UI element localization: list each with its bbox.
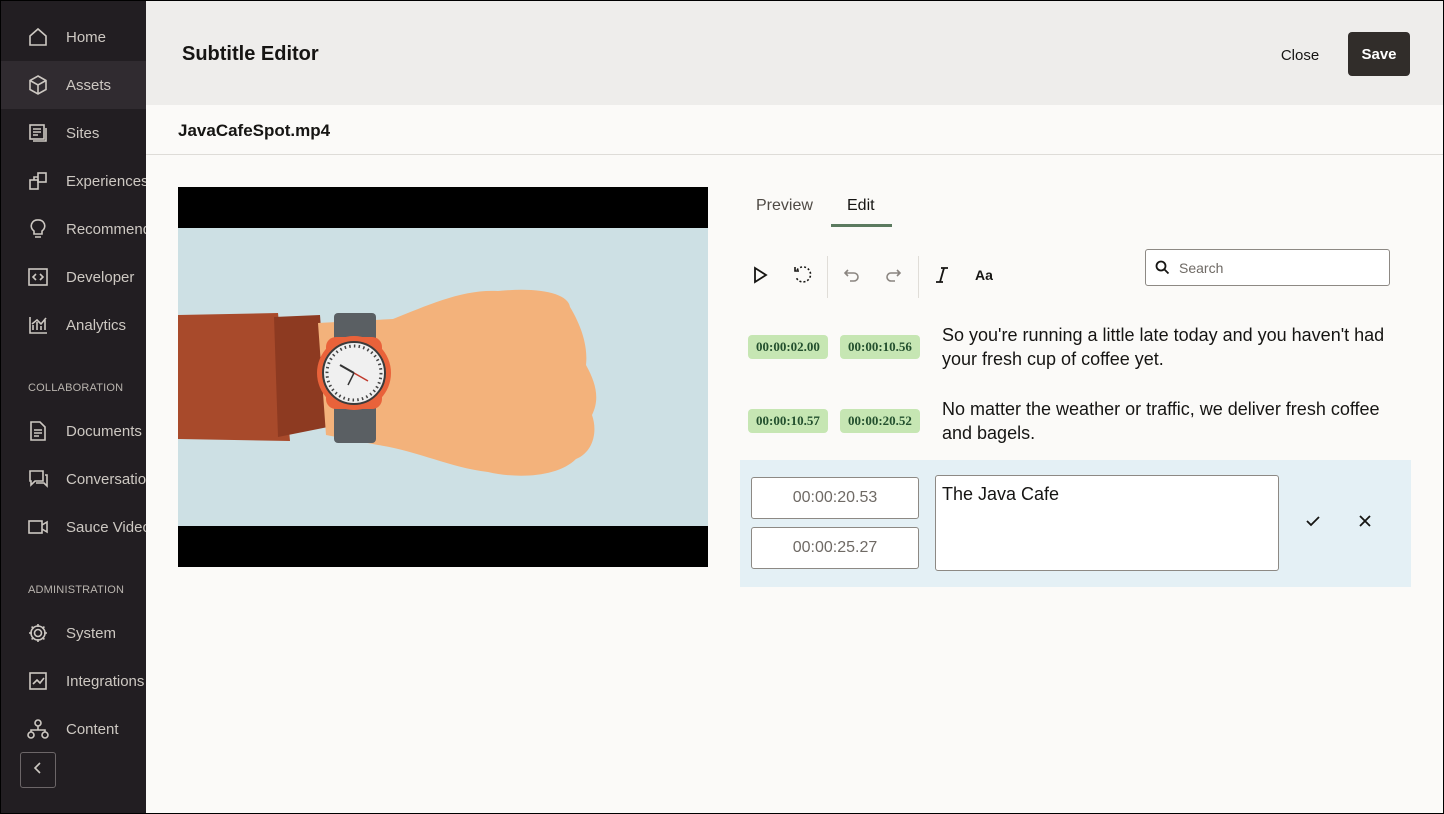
sites-icon	[27, 122, 49, 144]
app-frame: Home Assets Sites Experiences Recommenda…	[1, 1, 1443, 813]
subtitle-end-time[interactable]: 00:00:20.52	[840, 409, 920, 433]
sidebar-item-label: Integrations	[66, 672, 145, 690]
play-icon	[751, 265, 769, 289]
assets-cube-icon	[27, 74, 49, 96]
sidebar-item-label: Content	[66, 720, 119, 738]
conversations-icon	[27, 468, 49, 490]
file-name: JavaCafeSpot.mp4	[178, 121, 331, 140]
sidebar-item-assets[interactable]: Assets	[1, 61, 146, 109]
confirm-button[interactable]	[1298, 508, 1328, 538]
search-icon	[1155, 260, 1170, 280]
sidebar: Home Assets Sites Experiences Recommenda…	[1, 1, 146, 813]
undo-icon	[841, 265, 861, 290]
documents-icon	[27, 420, 49, 442]
video-frame-illustration	[178, 187, 708, 567]
close-button[interactable]: Close	[1266, 41, 1334, 69]
sidebar-item-experiences[interactable]: Experiences	[1, 157, 146, 205]
cancel-button[interactable]	[1350, 508, 1380, 538]
sidebar-item-label: Analytics	[66, 316, 127, 334]
sidebar-item-label: Developer	[66, 268, 135, 286]
redo-button[interactable]	[880, 263, 908, 291]
home-icon	[27, 26, 49, 48]
sidebar-item-label: Conversations	[66, 470, 146, 488]
page-title: Subtitle Editor	[182, 43, 319, 65]
collaboration-heading: COLLABORATION	[28, 382, 124, 394]
search-field[interactable]	[1145, 249, 1390, 286]
collapse-sidebar-button[interactable]	[20, 752, 56, 788]
start-time-input[interactable]: 00:00:20.53	[751, 477, 919, 519]
redo-icon	[884, 265, 904, 290]
sidebar-item-system[interactable]: System	[1, 609, 146, 657]
administration-heading: ADMINISTRATION	[28, 584, 125, 596]
content-tree-icon	[27, 718, 49, 740]
sidebar-item-recommendations[interactable]: Recommendations	[1, 205, 146, 253]
end-time-input[interactable]: 00:00:25.27	[751, 527, 919, 569]
check-icon	[1305, 513, 1321, 534]
sidebar-item-conversations[interactable]: Conversations	[1, 455, 146, 503]
sidebar-item-label: Recommendations	[66, 220, 146, 238]
integrations-icon	[27, 670, 49, 692]
subtitle-start-time[interactable]: 00:00:02.00	[748, 335, 828, 359]
file-bar: JavaCafeSpot.mp4	[146, 105, 1443, 155]
developer-icon	[27, 266, 49, 288]
font-size-icon: Aa	[974, 265, 996, 290]
analytics-icon	[27, 314, 49, 336]
gear-icon	[27, 622, 49, 644]
sidebar-item-sauce-video[interactable]: Sauce Video	[1, 503, 146, 551]
tab-preview[interactable]: Preview	[756, 197, 813, 227]
italic-button[interactable]	[928, 263, 956, 291]
sidebar-item-label: Assets	[66, 76, 112, 94]
sidebar-item-analytics[interactable]: Analytics	[1, 301, 146, 349]
chevron-left-icon	[31, 761, 45, 780]
sidebar-item-label: Documents	[66, 422, 142, 440]
sidebar-item-developer[interactable]: Developer	[1, 253, 146, 301]
italic-icon	[932, 265, 952, 290]
toolbar-divider	[827, 256, 828, 298]
sidebar-item-sites[interactable]: Sites	[1, 109, 146, 157]
search-input[interactable]	[1179, 258, 1379, 278]
video-camera-icon	[27, 516, 49, 538]
replay-button[interactable]	[789, 263, 817, 291]
sidebar-item-label: System	[66, 624, 117, 642]
sidebar-item-label: Experiences	[66, 172, 146, 190]
subtitle-edit-row: 00:00:20.53 00:00:25.27 The Java Cafe	[740, 460, 1411, 587]
close-icon	[1358, 514, 1372, 533]
experiences-icon	[27, 170, 49, 192]
play-button[interactable]	[746, 263, 774, 291]
save-button[interactable]: Save	[1348, 32, 1410, 76]
undo-button[interactable]	[837, 263, 865, 291]
sidebar-item-label: Sites	[66, 124, 100, 142]
subtitle-end-time[interactable]: 00:00:10.56	[840, 335, 920, 359]
sidebar-item-content[interactable]: Content	[1, 705, 146, 753]
sidebar-item-documents[interactable]: Documents	[1, 407, 146, 455]
sidebar-item-label: Sauce Video	[66, 518, 146, 536]
sidebar-item-home[interactable]: Home	[1, 13, 146, 61]
subtitle-start-time[interactable]: 00:00:10.57	[748, 409, 828, 433]
font-size-button[interactable]: Aa	[971, 263, 999, 291]
sidebar-item-label: Home	[66, 28, 107, 46]
svg-text:Aa: Aa	[975, 267, 993, 283]
video-player[interactable]	[178, 187, 708, 567]
subtitle-text-input[interactable]: The Java Cafe	[935, 475, 1279, 571]
editor-header: Subtitle Editor Close Save	[146, 1, 1443, 105]
sidebar-item-integrations[interactable]: Integrations	[1, 657, 146, 705]
subtitle-text[interactable]: So you're running a little late today an…	[942, 323, 1402, 371]
toolbar-divider	[918, 256, 919, 298]
subtitle-text[interactable]: No matter the weather or traffic, we del…	[942, 397, 1402, 445]
tab-edit[interactable]: Edit	[831, 197, 892, 227]
lightbulb-icon	[27, 218, 49, 240]
replay-icon	[793, 265, 813, 290]
